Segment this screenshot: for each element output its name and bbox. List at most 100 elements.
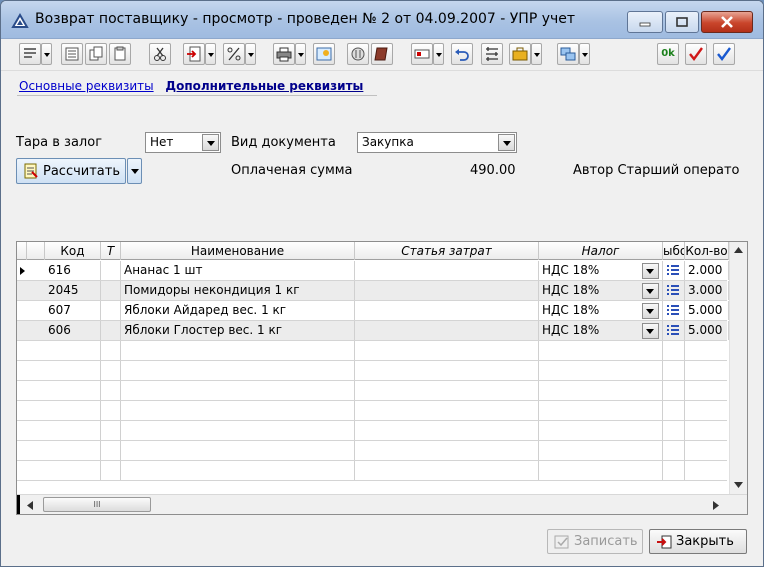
- items-table[interactable]: Код Т Наименование Статья затрат Налог ы…: [16, 241, 748, 515]
- paste-icon: [114, 46, 126, 61]
- report-icon: [316, 47, 332, 61]
- list-icon[interactable]: [666, 285, 680, 297]
- percent-button[interactable]: [223, 43, 245, 65]
- cell-qty[interactable]: 5.000: [685, 301, 729, 320]
- paste-button[interactable]: [109, 43, 131, 65]
- cell-qty[interactable]: 3.000: [685, 281, 729, 300]
- exit-icon: [657, 535, 672, 549]
- cell-code[interactable]: 2045: [45, 281, 101, 300]
- cell-name[interactable]: Яблоки Глостер вес. 1 кг: [121, 321, 355, 340]
- tara-select[interactable]: Нет: [145, 132, 221, 153]
- list-icon[interactable]: [666, 325, 680, 337]
- briefcase-button[interactable]: [509, 43, 531, 65]
- table-row[interactable]: 616 Ананас 1 шт НДС 18% 2.000: [17, 261, 729, 281]
- close-button[interactable]: Закрыть: [649, 529, 747, 554]
- maximize-button[interactable]: [665, 11, 699, 33]
- cell-code[interactable]: 607: [45, 301, 101, 320]
- cut-button[interactable]: [149, 43, 171, 65]
- cell-name[interactable]: Яблоки Айдаред вес. 1 кг: [121, 301, 355, 320]
- cell-cost-item[interactable]: [355, 321, 539, 340]
- header-unit[interactable]: ыбо: [663, 242, 685, 260]
- cell-code[interactable]: 616: [45, 261, 101, 280]
- scroll-up-icon[interactable]: [734, 247, 743, 253]
- actions-menu-button[interactable]: [19, 43, 41, 65]
- journal-button[interactable]: [371, 43, 393, 65]
- scroll-down-icon[interactable]: [734, 482, 743, 488]
- exchange-button[interactable]: [557, 43, 579, 65]
- actions-menu-dropdown[interactable]: [41, 43, 52, 65]
- header-name[interactable]: Наименование: [121, 242, 355, 260]
- history-button[interactable]: [347, 43, 369, 65]
- copy-button[interactable]: [85, 43, 107, 65]
- briefcase-dropdown[interactable]: [531, 43, 542, 65]
- percent-dropdown[interactable]: [245, 43, 256, 65]
- cell-unit[interactable]: [663, 281, 685, 300]
- vertical-scrollbar[interactable]: [729, 242, 747, 494]
- cell-cost-item[interactable]: [355, 301, 539, 320]
- horizontal-scrollbar[interactable]: III: [17, 494, 747, 514]
- header-qty[interactable]: Кол-во: [685, 242, 729, 260]
- minimize-button[interactable]: [627, 11, 663, 33]
- structure-button[interactable]: [481, 43, 503, 65]
- label-button[interactable]: [411, 43, 433, 65]
- chevron-down-icon[interactable]: [642, 263, 659, 279]
- calculate-button[interactable]: Рассчитать: [16, 158, 126, 184]
- table-row[interactable]: 2045 Помидоры некондиция 1 кг НДС 18% 3.…: [17, 281, 729, 301]
- ok-button[interactable]: 0k: [657, 43, 679, 65]
- cell-t[interactable]: [101, 261, 121, 280]
- cell-cost-item[interactable]: [355, 281, 539, 300]
- label-dropdown[interactable]: [433, 43, 444, 65]
- cell-t[interactable]: [101, 281, 121, 300]
- doc-type-select[interactable]: Закупка: [357, 132, 517, 153]
- printer-icon: [276, 47, 292, 62]
- report-button[interactable]: [313, 43, 335, 65]
- empty-row: [17, 341, 727, 361]
- header-tax[interactable]: Налог: [539, 242, 663, 260]
- print-dropdown[interactable]: [295, 43, 306, 65]
- cell-unit[interactable]: [663, 321, 685, 340]
- cell-name[interactable]: Помидоры некондиция 1 кг: [121, 281, 355, 300]
- cell-unit[interactable]: [663, 301, 685, 320]
- chevron-down-icon[interactable]: [642, 283, 659, 299]
- scroll-left-icon[interactable]: [27, 501, 33, 510]
- cell-qty[interactable]: 5.000: [685, 321, 729, 340]
- save-button[interactable]: Записать: [547, 529, 643, 554]
- header-t[interactable]: Т: [101, 242, 121, 260]
- print-button[interactable]: [273, 43, 295, 65]
- horizontal-scroll-thumb[interactable]: III: [43, 497, 151, 512]
- cell-t[interactable]: [101, 301, 121, 320]
- cell-t[interactable]: [101, 321, 121, 340]
- list-icon[interactable]: [666, 265, 680, 277]
- list-icon[interactable]: [666, 305, 680, 317]
- cell-name[interactable]: Ананас 1 шт: [121, 261, 355, 280]
- doc-type-value: Закупка: [362, 135, 414, 149]
- header-cost-item[interactable]: Статья затрат: [355, 242, 539, 260]
- chevron-down-icon[interactable]: [642, 303, 659, 319]
- undo-button[interactable]: [451, 43, 473, 65]
- calculate-dropdown[interactable]: [127, 158, 142, 184]
- enter-document-dropdown[interactable]: [205, 43, 216, 65]
- form-icon: [65, 47, 79, 61]
- enter-document-button[interactable]: [183, 43, 205, 65]
- scroll-right-icon[interactable]: [713, 501, 719, 510]
- title-bar[interactable]: Возврат поставщику - просмотр - проведен…: [1, 1, 763, 39]
- table-row[interactable]: 607 Яблоки Айдаред вес. 1 кг НДС 18% 5.0…: [17, 301, 729, 321]
- cell-code[interactable]: 606: [45, 321, 101, 340]
- exchange-dropdown[interactable]: [579, 43, 590, 65]
- header-code[interactable]: Код: [45, 242, 101, 260]
- tab-basic-details[interactable]: Основные реквизиты: [19, 79, 154, 93]
- exchange-icon: [560, 47, 576, 61]
- cell-qty[interactable]: 2.000: [685, 261, 729, 280]
- tab-additional-details[interactable]: Дополнительные реквизиты: [165, 79, 363, 93]
- post-button[interactable]: [685, 43, 707, 65]
- doc-type-label: Вид документа: [231, 135, 336, 150]
- close-window-button[interactable]: [701, 11, 753, 33]
- chevron-down-icon[interactable]: [498, 134, 515, 151]
- cell-unit[interactable]: [663, 261, 685, 280]
- apply-button[interactable]: [713, 43, 735, 65]
- chevron-down-icon[interactable]: [202, 134, 219, 151]
- form-view-button[interactable]: [61, 43, 83, 65]
- cell-cost-item[interactable]: [355, 261, 539, 280]
- chevron-down-icon[interactable]: [642, 323, 659, 339]
- table-row[interactable]: 606 Яблоки Глостер вес. 1 кг НДС 18% 5.0…: [17, 321, 729, 341]
